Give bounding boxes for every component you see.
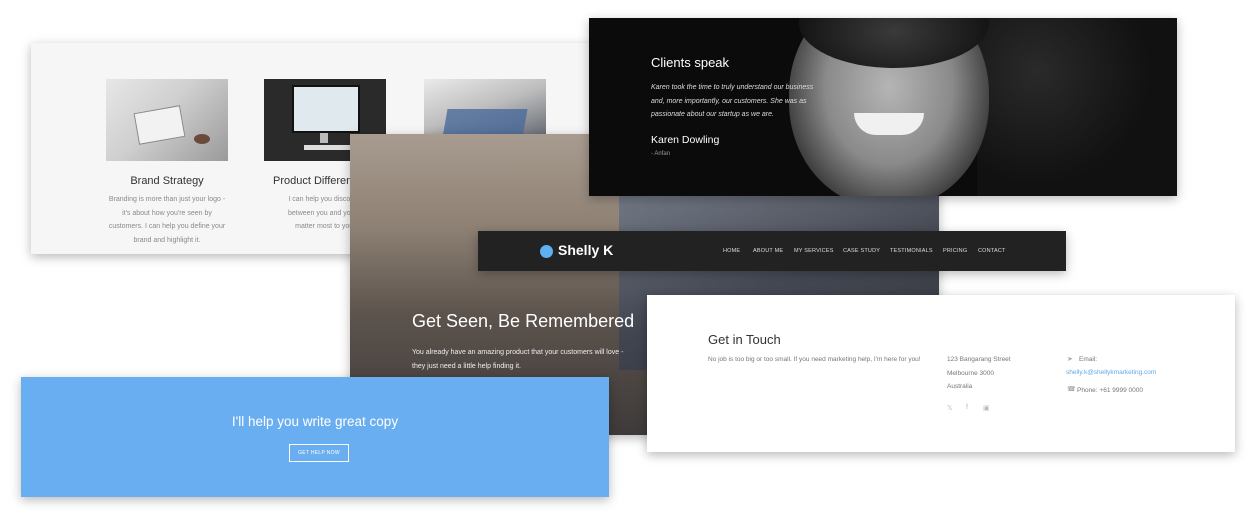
- background-foliage: [977, 18, 1177, 196]
- nav-item-testimonials[interactable]: TESTIMONIALS: [890, 248, 933, 254]
- service-desc-line: brand and highlight it.: [133, 236, 201, 244]
- testimonial-photo-smile: [854, 113, 924, 135]
- service-desc-line: customers. I can help you define your: [108, 223, 226, 230]
- testimonial-heading: Clients speak: [651, 55, 730, 70]
- service-desc-line: Branding is more than just your logo -: [108, 196, 226, 203]
- nav-item-contact[interactable]: CONTACT: [978, 248, 1006, 254]
- instagram-icon[interactable]: ▣: [983, 404, 990, 412]
- service-title-product-differentiation: Product Different: [273, 175, 356, 187]
- address-line: Melbourne 3000: [947, 369, 994, 377]
- testimonial-quote: Karen took the time to truly understand …: [651, 81, 841, 122]
- phone-icon: ☎: [1067, 386, 1076, 393]
- contact-section: Get in Touch No job is too big or too sm…: [647, 295, 1235, 452]
- quote-line: passionate about our startup as we are.: [651, 111, 774, 118]
- quote-line: Karen took the time to truly understand …: [651, 84, 814, 91]
- address-line: 123 Bangarang Street: [947, 356, 1011, 363]
- cta-title: I'll help you write great copy: [231, 414, 399, 429]
- hero-title: Get Seen, Be Remembered: [412, 311, 635, 331]
- nav-item-about-me[interactable]: ABOUT ME: [753, 248, 783, 254]
- testimonial-author-company: - Anfan: [651, 151, 671, 157]
- service-desc-line: it's about how you're seen by: [122, 209, 212, 217]
- nav-item-case-study[interactable]: CASE STUDY: [843, 248, 880, 254]
- nav-item-home[interactable]: HOME: [723, 248, 740, 254]
- quote-line: and, more importantly, our customers. Sh…: [651, 97, 807, 105]
- hero-subtitle-line: You already have an amazing product that…: [412, 349, 624, 356]
- facebook-icon[interactable]: f: [966, 404, 968, 411]
- email-label: Email:: [1079, 356, 1098, 363]
- email-link[interactable]: shelly.k@shellykmarketing.com: [1066, 366, 1156, 380]
- hero-subtitle: You already have an amazing product that…: [412, 346, 623, 373]
- testimonial-author-name: Karen Dowling: [651, 134, 720, 146]
- send-icon: ➤: [1067, 356, 1073, 363]
- contact-address: 123 Bangarang Street Melbourne 3000 Aust…: [947, 353, 1011, 394]
- service-title-brand-strategy: Brand Strategy: [130, 175, 204, 187]
- brand-logo[interactable]: Shelly K: [558, 242, 613, 258]
- brand-strategy-image: [106, 79, 228, 161]
- hero-subtitle-line: they just need a little help finding it.: [412, 362, 521, 370]
- service-desc-brand-strategy: Branding is more than just your logo - i…: [102, 193, 232, 247]
- address-line: Australia: [947, 383, 973, 390]
- phone-number: Phone: +61 9999 0000: [1077, 387, 1143, 394]
- contact-title: Get in Touch: [708, 332, 781, 347]
- contact-description: No job is too big or too small. If you n…: [708, 356, 921, 363]
- testimonial-section: Clients speak Karen took the time to tru…: [589, 18, 1177, 196]
- logo-icon[interactable]: [540, 245, 553, 258]
- cta-section: I'll help you write great copy GET HELP …: [21, 377, 609, 497]
- navigation-bar: Shelly K HOME ABOUT ME MY SERVICES CASE …: [478, 231, 1066, 271]
- twitter-icon[interactable]: 𝕏: [947, 404, 953, 412]
- nav-item-pricing[interactable]: PRICING: [943, 248, 967, 254]
- get-help-now-button[interactable]: GET HELP NOW: [289, 444, 349, 462]
- nav-item-my-services[interactable]: MY SERVICES: [794, 248, 834, 254]
